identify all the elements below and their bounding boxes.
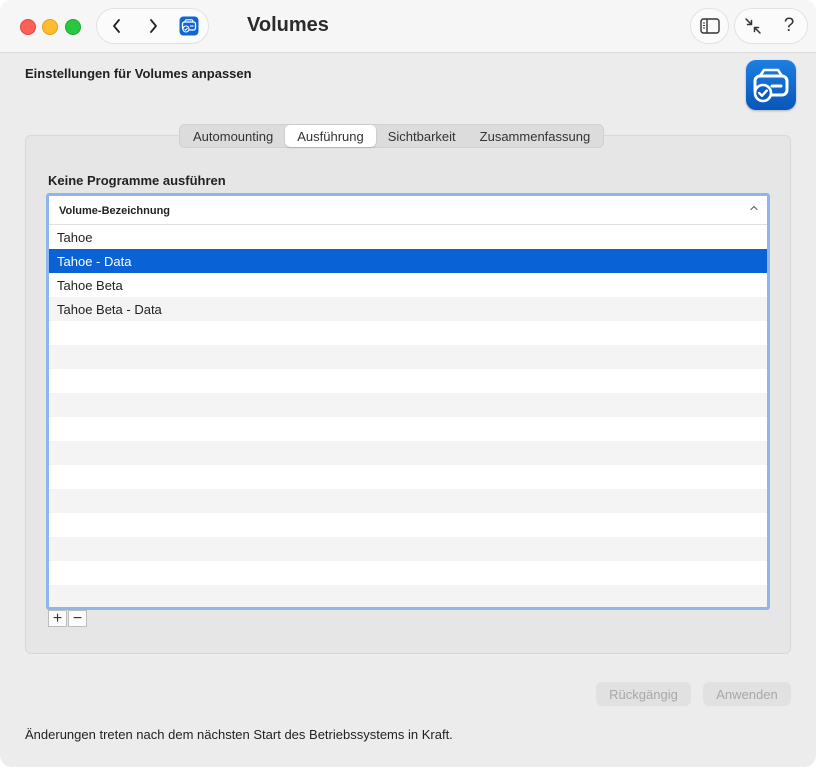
empty-row	[49, 585, 767, 607]
tab-sichtbarkeit[interactable]: Sichtbarkeit	[376, 125, 468, 147]
empty-row	[49, 393, 767, 417]
tab-zusammenfassung[interactable]: Zusammenfassung	[468, 125, 603, 147]
remove-button[interactable]: −	[68, 610, 87, 627]
sidebar-toggle-button[interactable]	[690, 8, 729, 44]
empty-row	[49, 441, 767, 465]
table-header[interactable]: Volume-Bezeichnung	[49, 196, 767, 225]
toolbar-right-group: ?	[734, 8, 808, 44]
table-row[interactable]: Tahoe Beta	[49, 273, 767, 297]
minimize-window-button[interactable]	[42, 19, 58, 35]
maximize-window-button[interactable]	[65, 19, 81, 35]
chevron-up-icon	[750, 205, 758, 211]
footer-note: Änderungen treten nach dem nächsten Star…	[25, 727, 453, 742]
close-window-button[interactable]	[20, 19, 36, 35]
chevron-right-icon	[150, 19, 157, 33]
tab-automounting[interactable]: Automounting	[181, 125, 285, 147]
empty-row	[49, 369, 767, 393]
add-button[interactable]: +	[48, 610, 67, 627]
page-title: Einstellungen für Volumes anpassen	[25, 66, 252, 81]
empty-row	[49, 321, 767, 345]
section-title: Keine Programme ausführen	[48, 173, 226, 188]
table-row[interactable]: Tahoe	[49, 225, 767, 249]
back-button[interactable]	[99, 9, 135, 43]
add-remove-controls: + −	[48, 610, 88, 628]
table-row[interactable]: Tahoe Beta - Data	[49, 297, 767, 321]
navigation-group	[96, 8, 209, 44]
tab-ausfuehrung[interactable]: Ausführung	[285, 125, 376, 147]
sidebar-icon	[699, 18, 720, 34]
empty-row	[49, 489, 767, 513]
empty-row	[49, 345, 767, 369]
empty-row	[49, 537, 767, 561]
volume-check-app-icon	[746, 60, 796, 110]
empty-row	[49, 465, 767, 489]
forward-button[interactable]	[135, 9, 171, 43]
help-button[interactable]: ?	[771, 9, 807, 43]
empty-row	[49, 513, 767, 537]
window-title: Volumes	[247, 14, 329, 36]
apply-button[interactable]: Anwenden	[703, 682, 791, 706]
arrows-inward-icon	[745, 18, 761, 34]
chevron-left-icon	[113, 19, 120, 33]
tab-bar: Automounting Ausführung Sichtbarkeit Zus…	[179, 124, 605, 148]
empty-row	[49, 417, 767, 441]
app-window: Volumes ? Einstellungen für Volumes anpa…	[0, 0, 816, 767]
title-bar: Volumes ?	[0, 0, 816, 53]
volume-table[interactable]: Volume-Bezeichnung Tahoe Tahoe - Data Ta…	[46, 193, 770, 610]
empty-row	[49, 561, 767, 585]
collapse-button[interactable]	[735, 9, 771, 43]
volume-check-icon	[179, 16, 199, 36]
volume-settings-button[interactable]	[171, 9, 207, 43]
undo-button[interactable]: Rückgängig	[596, 682, 691, 706]
column-header-volume-name[interactable]: Volume-Bezeichnung	[59, 205, 170, 217]
table-row-selected[interactable]: Tahoe - Data	[49, 249, 767, 273]
